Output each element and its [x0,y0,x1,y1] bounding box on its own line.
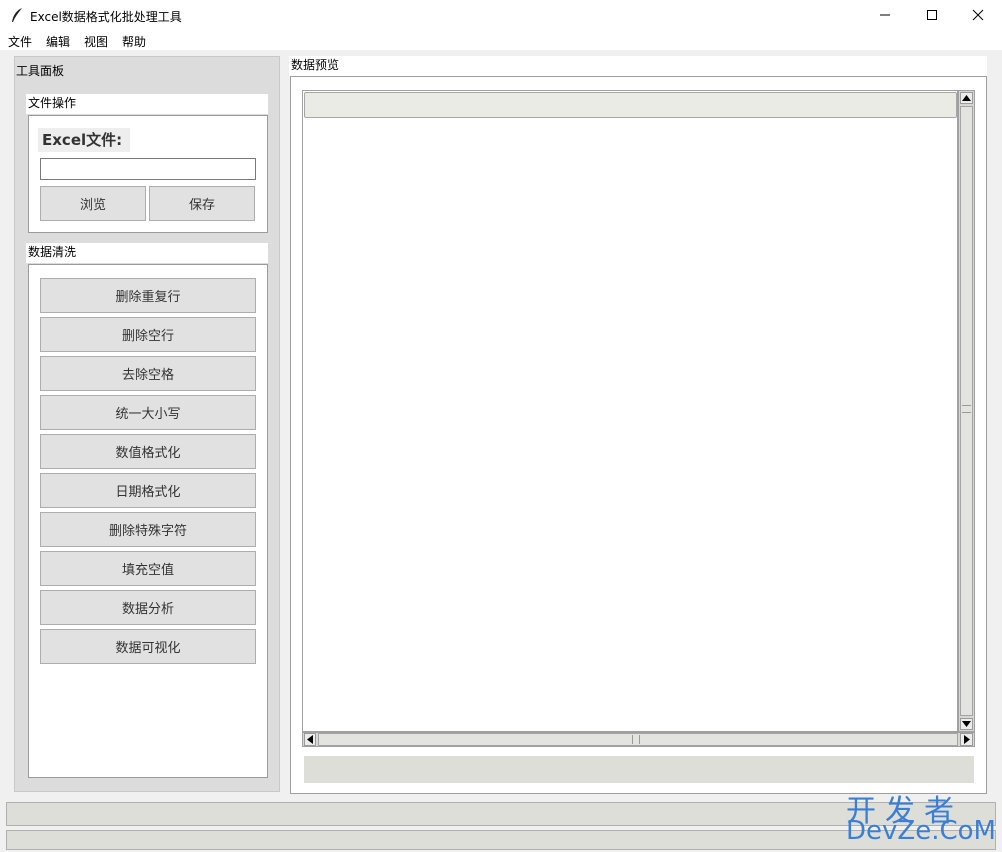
close-button[interactable] [955,0,1001,30]
arrow-up-icon [962,95,971,101]
excel-file-label: Excel文件: [38,128,130,152]
browse-button[interactable]: 浏览 [40,186,146,221]
remove-duplicates-button[interactable]: 删除重复行 [40,278,256,313]
arrow-down-icon [962,721,971,727]
arrow-right-icon [963,735,970,744]
vertical-grip [962,405,971,413]
window-title: Excel数据格式化批处理工具 [30,10,182,24]
feather-icon [10,7,24,23]
preview-title: 数据预览 [289,56,987,76]
close-icon [972,9,984,21]
menu-edit[interactable]: 编辑 [46,33,70,50]
format-dates-button[interactable]: 日期格式化 [40,473,256,508]
data-preview-table[interactable] [302,90,958,732]
maximize-icon [927,10,937,20]
file-ops-title: 文件操作 [26,94,268,114]
format-numbers-button[interactable]: 数值格式化 [40,434,256,469]
horizontal-grip [632,735,640,744]
minimize-button[interactable] [862,0,908,30]
menu-file[interactable]: 文件 [8,33,32,50]
cleaning-title: 数据清洗 [26,243,268,263]
unify-case-button[interactable]: 统一大小写 [40,395,256,430]
table-header[interactable] [304,92,957,118]
data-analysis-button[interactable]: 数据分析 [40,590,256,625]
preview-info-bar [304,756,974,783]
save-button[interactable]: 保存 [149,186,255,221]
data-visualization-button[interactable]: 数据可视化 [40,629,256,664]
minimize-icon [880,14,890,16]
tool-panel-title: 工具面板 [16,64,65,78]
watermark-logo-en: DevZe.CoM [846,816,996,846]
excel-path-input[interactable] [40,158,256,180]
scroll-down-button[interactable] [960,718,973,730]
scroll-up-button[interactable] [960,92,973,104]
arrow-left-icon [307,735,313,744]
remove-special-chars-button[interactable]: 删除特殊字符 [40,512,256,547]
remove-empty-rows-button[interactable]: 删除空行 [40,317,256,352]
trim-spaces-button[interactable]: 去除空格 [40,356,256,391]
fill-empty-values-button[interactable]: 填充空值 [40,551,256,586]
scroll-left-button[interactable] [304,733,316,746]
menu-view[interactable]: 视图 [84,33,108,50]
menu-bar: 文件 编辑 视图 帮助 [0,30,1002,50]
maximize-button[interactable] [909,0,955,30]
scroll-right-button[interactable] [960,733,973,746]
menu-help[interactable]: 帮助 [122,33,146,50]
